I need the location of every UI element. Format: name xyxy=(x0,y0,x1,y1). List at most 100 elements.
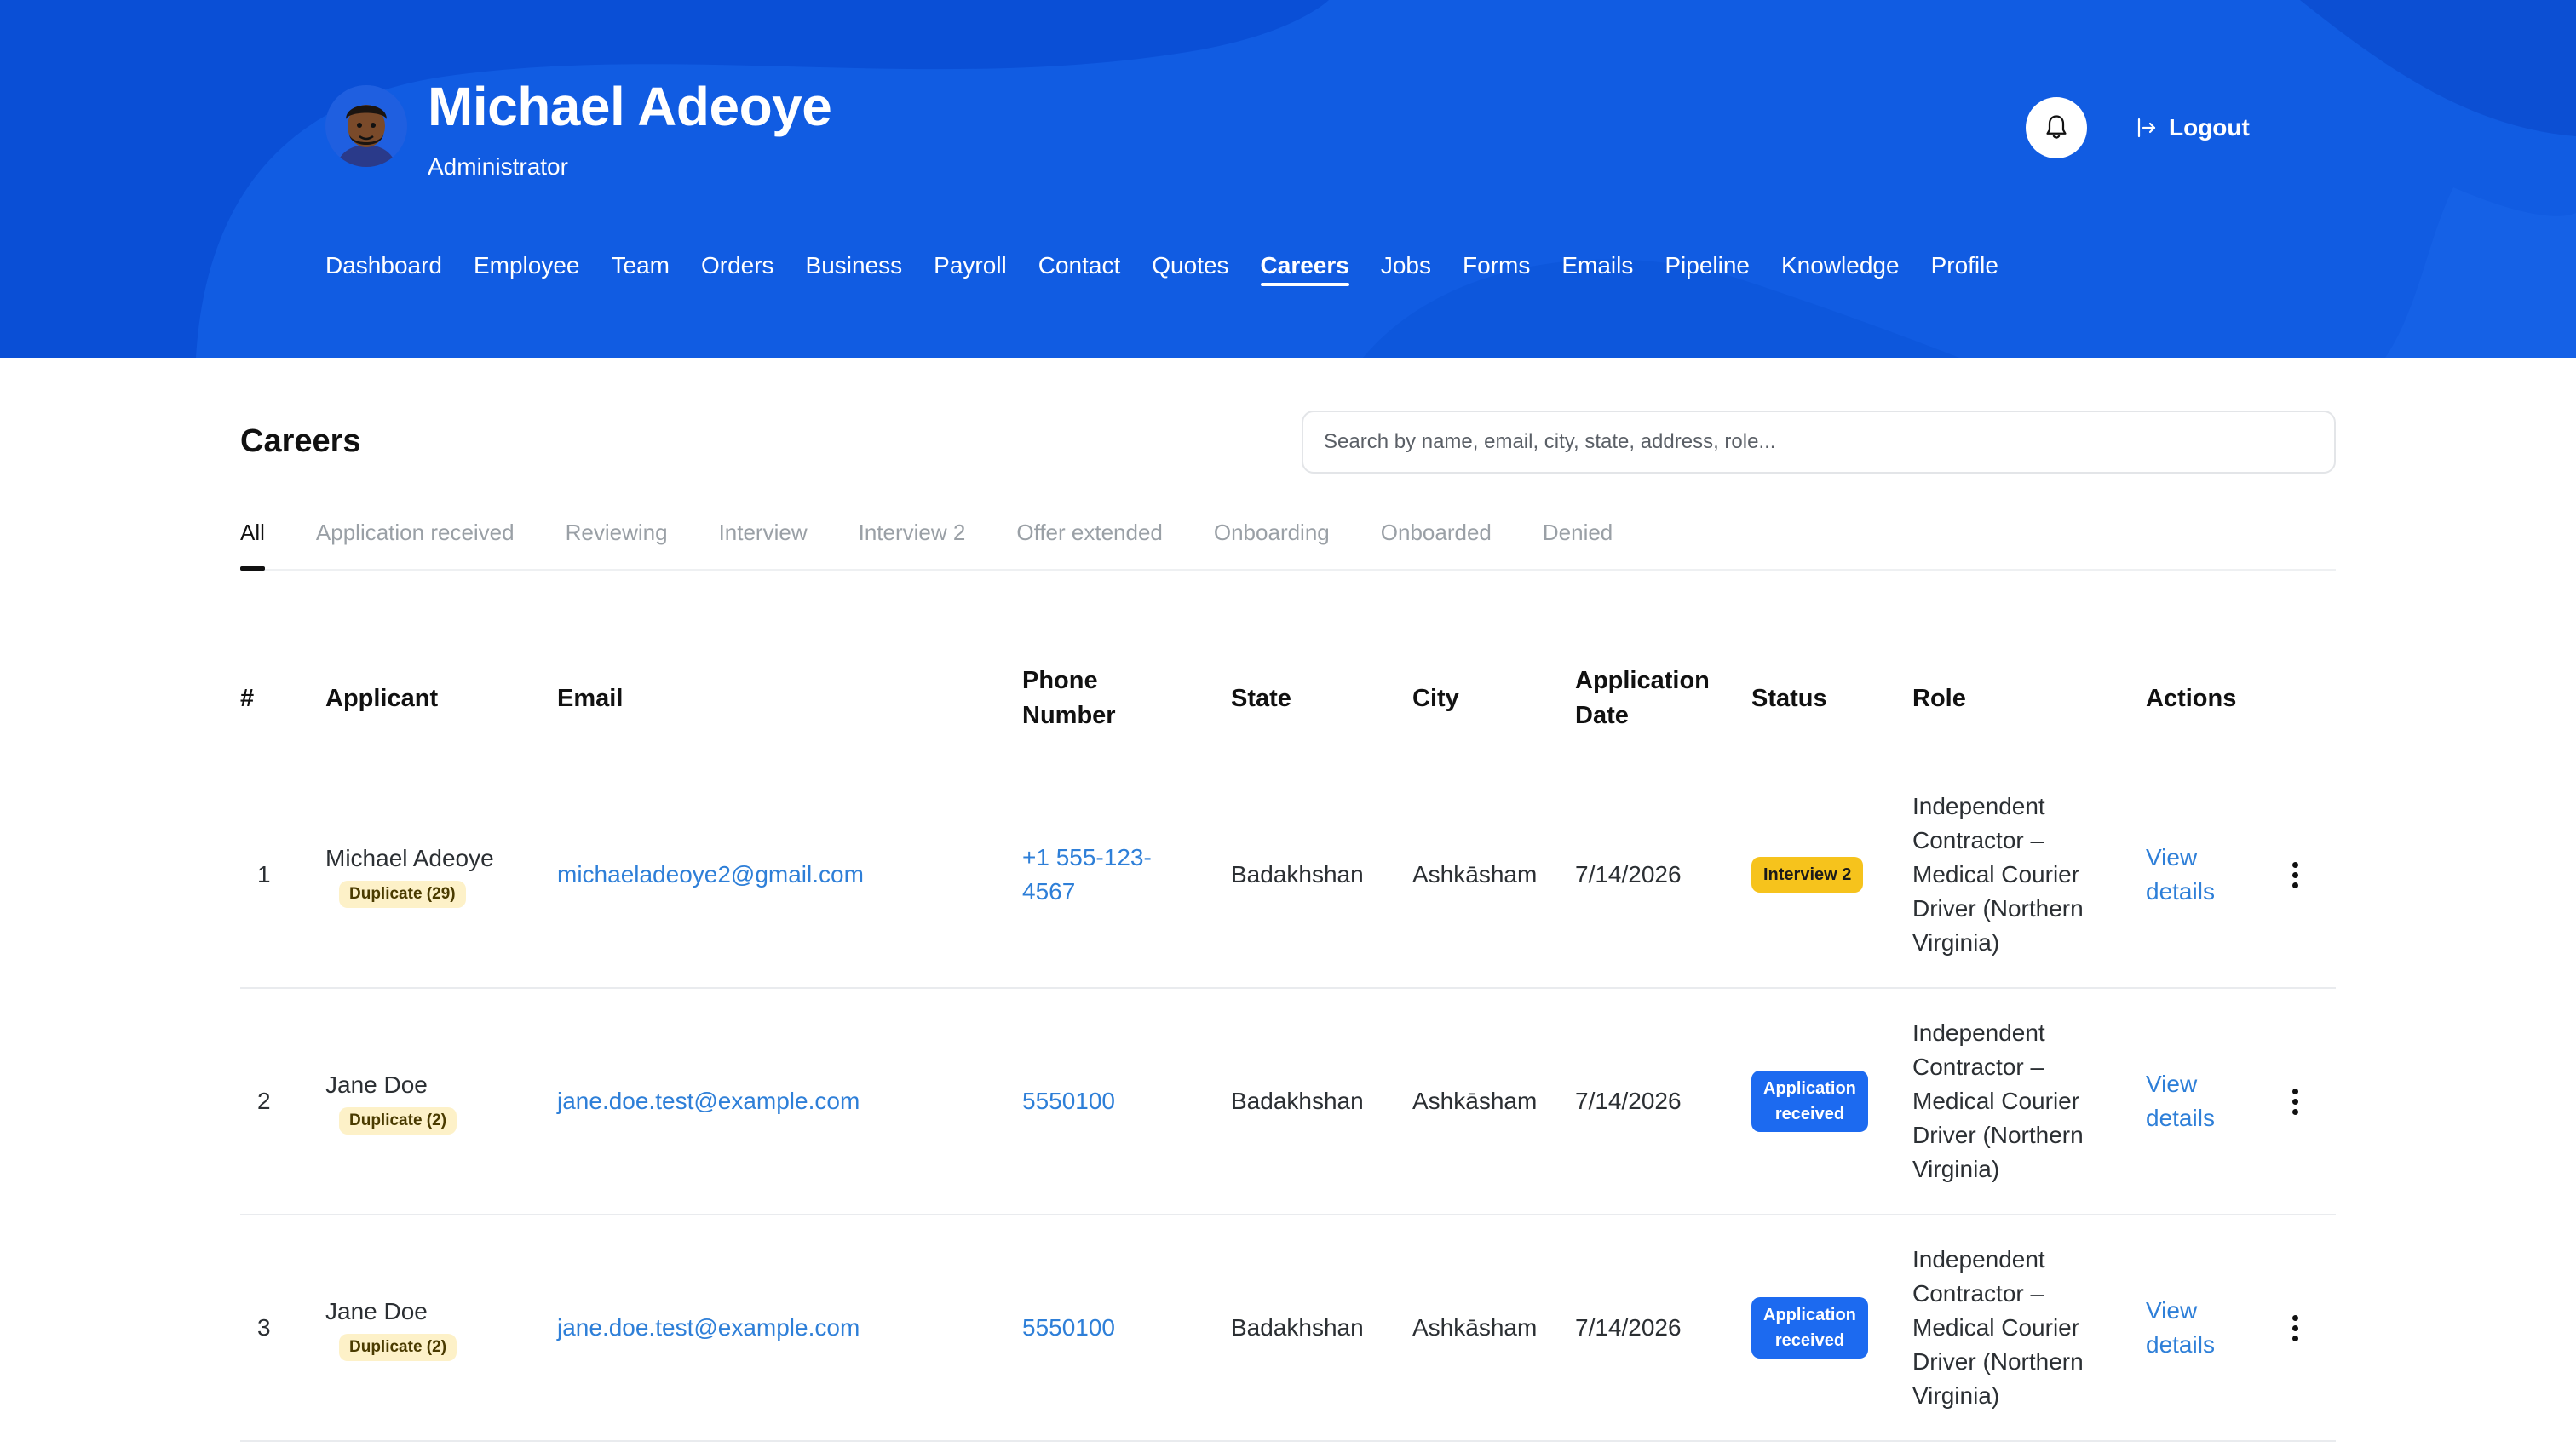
status-badge: Application received xyxy=(1751,1071,1868,1132)
applicant-cell: Jane Doe Duplicate (2) xyxy=(325,989,457,1214)
role-cell: Independent Contractor – Medical Courier Dr… xyxy=(1912,1020,2084,1182)
view-details-link[interactable]: View details xyxy=(2146,762,2215,987)
page-header: Michael Adeoye Administrator Logout Dash… xyxy=(0,0,2576,358)
email-link[interactable]: jane.doe.test@example.com xyxy=(557,989,860,1214)
table-row: 3 Jane Doe Duplicate (2) jane.doe.test@exam… xyxy=(240,1215,2336,1442)
nav-item-jobs[interactable]: Jobs xyxy=(1381,252,1431,286)
header-city: City xyxy=(1412,684,1459,712)
header-application-date: Application Date xyxy=(1575,667,1710,729)
application-date-cell: 7/14/2026 xyxy=(1575,1088,1682,1114)
kebab-dot xyxy=(2291,861,2298,868)
row-actions-menu[interactable] xyxy=(2285,1215,2305,1440)
nav-item-business[interactable]: Business xyxy=(806,252,903,286)
kebab-dot xyxy=(2291,1314,2298,1321)
view-details-link[interactable]: View details xyxy=(2146,1215,2215,1440)
logout-label: Logout xyxy=(2169,114,2250,141)
nav-item-emails[interactable]: Emails xyxy=(1561,252,1633,286)
city-cell: Ashkāsham xyxy=(1412,1088,1538,1114)
filter-tab-offer-extended[interactable]: Offer extended xyxy=(1016,516,1163,569)
page-title: Careers xyxy=(240,423,361,459)
kebab-dot xyxy=(2291,1098,2298,1105)
careers-table: # Applicant Email Phone Number State City Appli… xyxy=(240,635,2336,1442)
kebab-menu-icon[interactable] xyxy=(2285,1088,2305,1115)
filter-tab-application-received[interactable]: Application received xyxy=(316,516,515,569)
phone-link[interactable]: 5550100 xyxy=(1022,989,1115,1214)
header-status: Status xyxy=(1751,684,1827,712)
filter-tab-onboarded[interactable]: Onboarded xyxy=(1381,516,1492,569)
row-actions-menu[interactable] xyxy=(2285,762,2305,987)
phone-link[interactable]: 5550100 xyxy=(1022,1215,1115,1440)
user-name: Michael Adeoye xyxy=(428,76,832,137)
duplicate-badge[interactable]: Duplicate (2) xyxy=(339,1334,457,1361)
role-cell: Independent Contractor – Medical Courier Dr… xyxy=(1912,793,2084,956)
view-details-link[interactable]: View details xyxy=(2146,989,2215,1214)
kebab-dot xyxy=(2291,1335,2298,1341)
filter-tab-reviewing[interactable]: Reviewing xyxy=(566,516,668,569)
kebab-dot xyxy=(2291,871,2298,878)
header-phone: Phone Number xyxy=(1022,667,1116,729)
filter-tab-denied[interactable]: Denied xyxy=(1543,516,1613,569)
nav-item-orders[interactable]: Orders xyxy=(701,252,774,286)
header-actions: Actions xyxy=(2146,684,2237,712)
header-state: State xyxy=(1231,684,1291,712)
user-role: Administrator xyxy=(428,153,568,180)
status-cell: Application received xyxy=(1751,1215,1868,1440)
notifications-button[interactable] xyxy=(2026,97,2087,158)
phone-link[interactable]: +1 555-123- 4567 xyxy=(1022,762,1152,987)
filter-tab-interview-2[interactable]: Interview 2 xyxy=(859,516,966,569)
status-cell: Application received xyxy=(1751,989,1868,1214)
application-date-cell: 7/14/2026 xyxy=(1575,1314,1682,1341)
nav-item-contact[interactable]: Contact xyxy=(1038,252,1121,286)
nav-item-employee[interactable]: Employee xyxy=(474,252,580,286)
avatar xyxy=(325,85,407,167)
nav-item-forms[interactable]: Forms xyxy=(1463,252,1530,286)
row-number: 3 xyxy=(257,1314,271,1341)
kebab-dot xyxy=(2291,882,2298,888)
applicant-name[interactable]: Jane Doe xyxy=(325,1068,428,1102)
header-number: # xyxy=(240,684,255,712)
email-link[interactable]: michaeladeoye2@gmail.com xyxy=(557,762,864,987)
logout-button[interactable]: Logout xyxy=(2136,111,2250,145)
kebab-menu-icon[interactable] xyxy=(2285,1314,2305,1341)
header-role: Role xyxy=(1912,684,1966,712)
filter-tab-onboarding[interactable]: Onboarding xyxy=(1214,516,1330,569)
main-navigation: Dashboard Employee Team Orders Business Payro… xyxy=(325,252,2030,286)
nav-item-team[interactable]: Team xyxy=(612,252,670,286)
row-number: 2 xyxy=(257,1088,271,1114)
status-filter-tabs: All Application received Reviewing Intervie… xyxy=(240,516,2336,571)
applicant-name[interactable]: Jane Doe xyxy=(325,1295,428,1329)
filter-tab-all[interactable]: All xyxy=(240,516,265,571)
filter-tab-interview[interactable]: Interview xyxy=(719,516,808,569)
nav-item-careers[interactable]: Careers xyxy=(1260,252,1350,286)
nav-item-pipeline[interactable]: Pipeline xyxy=(1665,252,1750,286)
duplicate-badge[interactable]: Duplicate (29) xyxy=(339,881,466,908)
row-actions-menu[interactable] xyxy=(2285,989,2305,1214)
state-cell: Badakhshan xyxy=(1231,1314,1364,1341)
city-cell: Ashkāsham xyxy=(1412,1314,1538,1341)
nav-item-quotes[interactable]: Quotes xyxy=(1152,252,1228,286)
city-cell: Ashkāsham xyxy=(1412,861,1538,888)
logout-icon xyxy=(2137,118,2156,138)
nav-item-dashboard[interactable]: Dashboard xyxy=(325,252,442,286)
status-badge: Interview 2 xyxy=(1751,857,1864,893)
nav-item-profile[interactable]: Profile xyxy=(1931,252,1998,286)
applicant-name[interactable]: Michael Adeoye xyxy=(325,842,494,876)
header-applicant: Applicant xyxy=(325,684,439,712)
search-input[interactable] xyxy=(1302,411,2336,474)
duplicate-badge[interactable]: Duplicate (2) xyxy=(339,1107,457,1135)
email-link[interactable]: jane.doe.test@example.com xyxy=(557,1215,860,1440)
table-row: 2 Jane Doe Duplicate (2) jane.doe.test@exam… xyxy=(240,989,2336,1215)
header-email: Email xyxy=(557,684,624,712)
state-cell: Badakhshan xyxy=(1231,861,1364,888)
kebab-dot xyxy=(2291,1324,2298,1331)
table-row: 1 Michael Adeoye Duplicate (29) michaeladeo… xyxy=(240,762,2336,989)
row-number: 1 xyxy=(257,861,271,888)
kebab-menu-icon[interactable] xyxy=(2285,861,2305,888)
status-badge: Application received xyxy=(1751,1297,1868,1359)
kebab-dot xyxy=(2291,1088,2298,1094)
nav-item-payroll[interactable]: Payroll xyxy=(934,252,1007,286)
applicant-cell: Jane Doe Duplicate (2) xyxy=(325,1215,457,1440)
kebab-dot xyxy=(2291,1108,2298,1115)
state-cell: Badakhshan xyxy=(1231,1088,1364,1114)
nav-item-knowledge[interactable]: Knowledge xyxy=(1781,252,1900,286)
